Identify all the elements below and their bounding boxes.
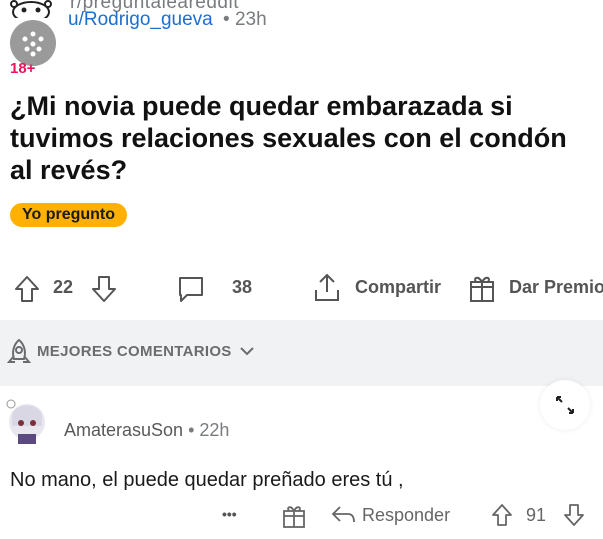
upvote-arrow-icon[interactable] xyxy=(13,274,41,304)
comment-count: 38 xyxy=(232,277,253,297)
downvote-arrow-icon[interactable] xyxy=(562,502,586,528)
reply-arrow-icon[interactable] xyxy=(330,504,356,526)
comment-time: 22h xyxy=(199,420,230,440)
reddit-snoo-icon xyxy=(10,0,52,18)
share-button[interactable]: Compartir xyxy=(355,277,441,298)
comment-author-line: AmaterasuSon • 22h xyxy=(64,420,230,440)
comment-author[interactable]: AmaterasuSon xyxy=(64,420,183,440)
commenter-avatar[interactable] xyxy=(4,396,50,446)
nsfw-badge: 18+ xyxy=(10,60,36,77)
post-author[interactable]: u/Rodrigo_gueva xyxy=(68,9,213,31)
post-header: r/preguntaleareddit u/Rodrigo_gueva • 23… xyxy=(0,0,603,40)
post-action-bar: 22 38 Compartir Dar Premio xyxy=(0,268,603,308)
reply-button[interactable]: Responder xyxy=(362,505,450,526)
chevron-down-icon xyxy=(240,347,254,356)
post-flair[interactable]: Yo pregunto xyxy=(10,203,128,227)
sort-label: MEJORES COMENTARIOS xyxy=(37,343,232,360)
award-button[interactable]: Dar Premio xyxy=(509,277,603,298)
comment-text: No mano, el puede quedar preñado eres tú… xyxy=(10,469,404,491)
post-title[interactable]: ¿Mi novia puede quedar embarazada si tuv… xyxy=(10,90,595,186)
gift-award-icon[interactable] xyxy=(468,272,496,304)
expand-button[interactable] xyxy=(540,380,590,430)
more-options-button[interactable]: ••• xyxy=(222,506,237,522)
gift-award-icon[interactable] xyxy=(282,503,306,529)
comment-bubble-icon[interactable] xyxy=(176,274,206,304)
upvote-count: 22 xyxy=(53,277,74,297)
downvote-arrow-icon[interactable] xyxy=(90,274,118,304)
rocket-sort-icon xyxy=(6,338,32,363)
expand-arrows-icon xyxy=(556,396,574,414)
comment-vote-count: 91 xyxy=(526,505,547,525)
comment-action-bar: ••• Responder 91 xyxy=(0,500,603,534)
sort-comments-dropdown[interactable]: MEJORES COMENTARIOS xyxy=(37,343,254,360)
post-time: • 23h xyxy=(223,9,267,30)
upvote-arrow-icon[interactable] xyxy=(490,502,514,528)
share-icon[interactable] xyxy=(312,272,342,304)
